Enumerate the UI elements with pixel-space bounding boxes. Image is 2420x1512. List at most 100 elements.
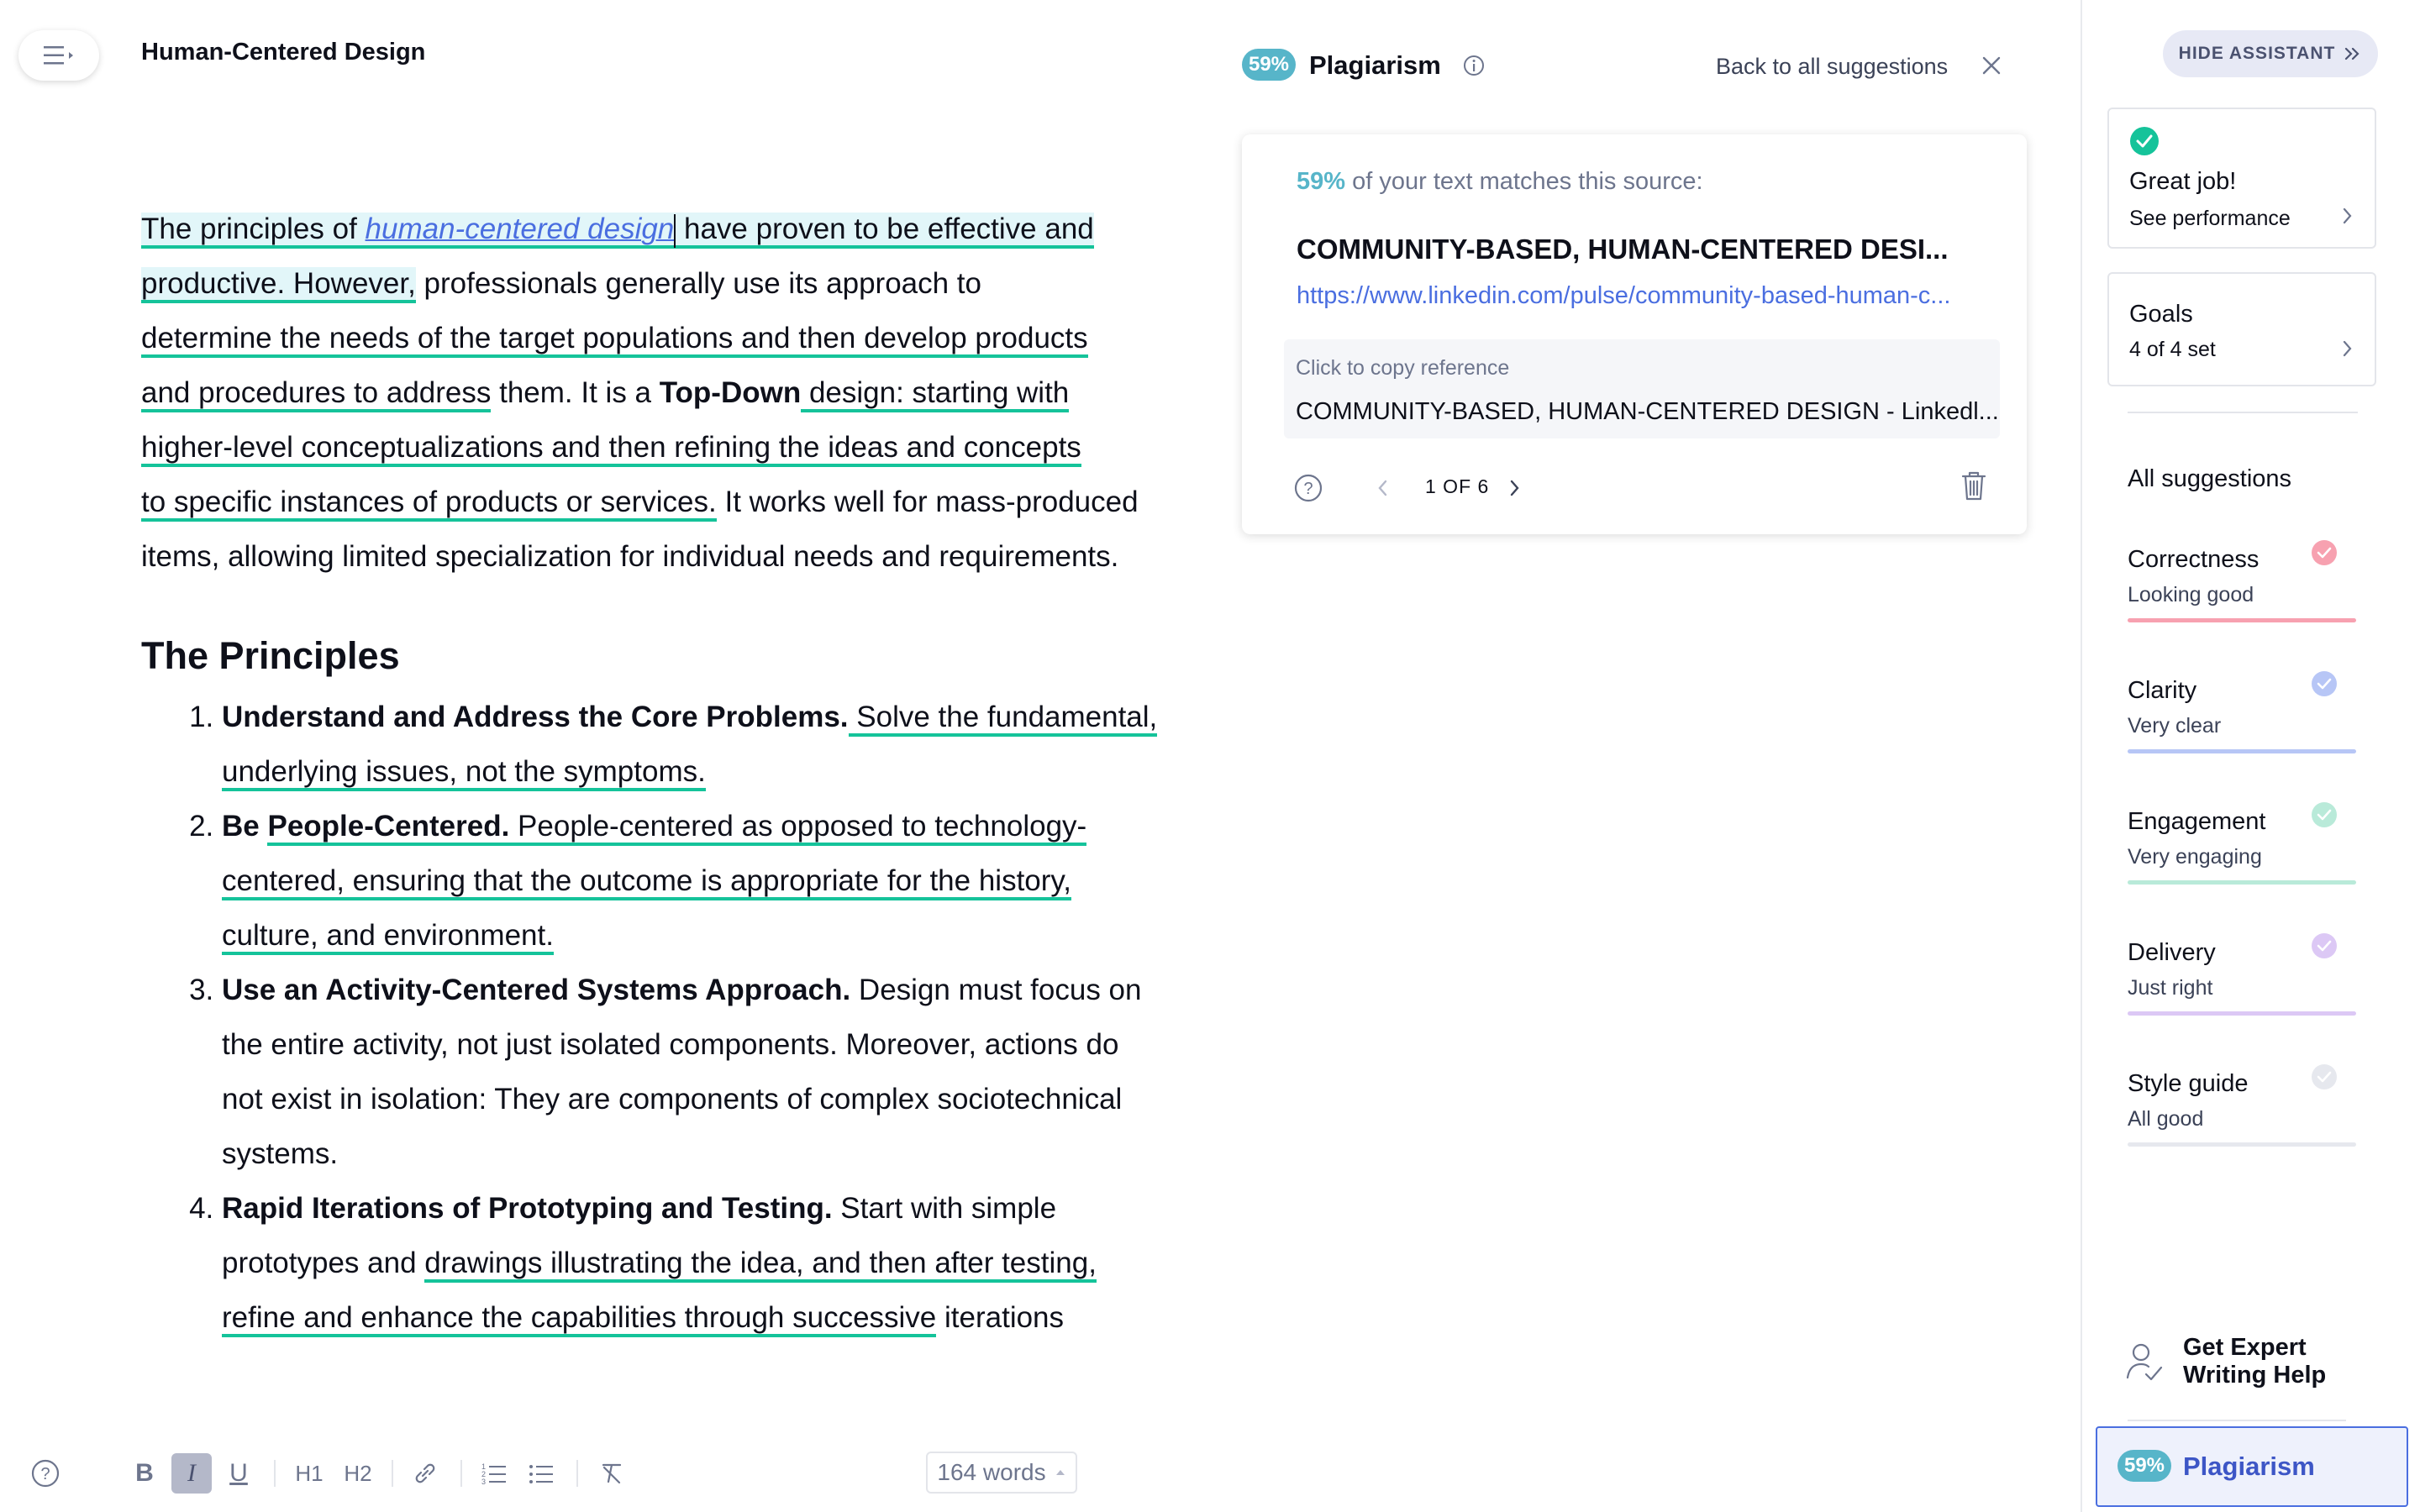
plagiarism-tab-percent: 59% (2118, 1450, 2171, 1482)
underlined-suggestion[interactable]: design: starting with (801, 376, 1070, 412)
toolbar-divider (460, 1460, 462, 1487)
bold-text: Be (222, 810, 268, 843)
bold-text: Rapid Iterations of Prototyping and Test… (222, 1192, 833, 1225)
chevron-right-icon (2341, 205, 2354, 227)
italic-button[interactable]: I (171, 1453, 212, 1494)
source-title: COMMUNITY-BASED, HUMAN-CENTERED DESI... (1297, 234, 1949, 265)
text-run: them. It is a (491, 376, 660, 409)
sidebar-divider (2128, 412, 2358, 413)
check-circle-icon (2311, 670, 2338, 697)
menu-button[interactable] (18, 30, 99, 81)
category-correctness-name[interactable]: Correctness (2128, 546, 2259, 574)
section-heading: The Principles (141, 634, 400, 677)
underline-button[interactable]: U (218, 1453, 259, 1494)
principles-list: Understand and Address the Core Problems… (141, 690, 1158, 1345)
svg-text:?: ? (40, 1465, 50, 1483)
category-style-guide-status: All good (2128, 1107, 2204, 1131)
match-percent: 59% (1297, 168, 1346, 195)
goals-title: Goals (2129, 301, 2193, 328)
match-summary: 59% of your text matches this source: (1297, 168, 1703, 196)
category-style-guide-bar (2128, 1142, 2356, 1147)
text-run: have proven to be effective and (676, 213, 1094, 245)
list-item: Understand and Address the Core Problems… (222, 690, 1158, 799)
text-run: iterations (936, 1301, 1065, 1334)
category-delivery-name[interactable]: Delivery (2128, 939, 2216, 967)
toolbar-divider (576, 1460, 578, 1487)
numbered-list-button[interactable]: 123 (474, 1453, 514, 1494)
great-job-card[interactable]: Great job! See performance (2107, 108, 2376, 249)
intro-paragraph: The principles of human-centered design … (141, 202, 1158, 584)
list-item: Rapid Iterations of Prototyping and Test… (222, 1181, 1158, 1345)
source-url-link[interactable]: https://www.linkedin.com/pulse/community… (1297, 282, 1950, 310)
category-style-guide-name[interactable]: Style guide (2128, 1070, 2249, 1098)
clear-formatting-icon (602, 1463, 622, 1484)
document-title[interactable]: Human-Centered Design (141, 39, 425, 66)
get-expert-help-link[interactable]: Get Expert Writing Help (2183, 1334, 2326, 1389)
underlined-suggestion[interactable]: determine the needs of the target popula… (141, 322, 1088, 358)
category-delivery-bar (2128, 1011, 2356, 1016)
source-pager: 1 OF 6 (1425, 475, 1490, 497)
check-circle-icon (2311, 932, 2338, 959)
category-clarity-bar (2128, 749, 2356, 753)
goals-status: 4 of 4 set (2129, 338, 2216, 361)
underlined-suggestion[interactable]: to specific instances of products or ser… (141, 486, 717, 522)
caret-up-icon (1055, 1468, 1066, 1477)
goals-card[interactable]: Goals 4 of 4 set (2107, 272, 2376, 386)
help-icon[interactable]: ? (1294, 474, 1323, 502)
help-icon[interactable]: ? (25, 1453, 66, 1494)
bold-button[interactable]: B (124, 1453, 165, 1494)
heading1-button[interactable]: H1 (289, 1453, 329, 1494)
heading2-button[interactable]: H2 (338, 1453, 378, 1494)
check-circle-icon (2311, 1063, 2338, 1090)
category-engagement-status: Very engaging (2128, 845, 2262, 869)
link-button[interactable] (405, 1453, 445, 1494)
text-run: professionals generally use its approach… (415, 267, 981, 300)
bold-text: Use an Activity-Centered Systems Approac… (222, 974, 851, 1006)
chevron-right-icon[interactable] (1506, 475, 1523, 501)
toolbar-divider (274, 1460, 276, 1487)
back-to-suggestions-link[interactable]: Back to all suggestions (1716, 54, 1948, 80)
category-clarity-name[interactable]: Clarity (2128, 677, 2196, 705)
toolbar-divider (392, 1460, 393, 1487)
plagiarism-tab-label: Plagiarism (2183, 1452, 2315, 1481)
category-engagement-name[interactable]: Engagement (2128, 808, 2265, 836)
chevron-left-icon[interactable] (1375, 475, 1392, 501)
underlined-suggestion[interactable]: and procedures to address (141, 376, 492, 412)
underlined-suggestion[interactable]: higher-level conceptualizations and then… (141, 431, 1081, 467)
category-delivery-status: Just right (2128, 976, 2213, 1000)
check-circle-icon (2129, 126, 2160, 156)
bulleted-list-icon (529, 1465, 553, 1483)
text-run: The principles of (141, 213, 366, 245)
word-count-button[interactable]: 164 words (926, 1452, 1077, 1494)
hide-assistant-button[interactable]: HIDE ASSISTANT (2163, 30, 2378, 77)
link-icon (415, 1463, 435, 1483)
all-suggestions-heading[interactable]: All suggestions (2128, 465, 2291, 493)
expert-person-icon (2123, 1339, 2166, 1386)
list-item: Be People-Centered. People-centered as o… (222, 799, 1158, 963)
editor-content[interactable]: The principles of human-centered design … (141, 202, 1158, 1445)
bold-text: Understand and Address the Core Problems… (222, 701, 849, 733)
bulleted-list-button[interactable] (521, 1453, 561, 1494)
category-correctness-bar (2128, 618, 2356, 622)
copy-reference-label: Click to copy reference (1296, 356, 1510, 380)
expert-help-line1: Get Expert (2183, 1334, 2307, 1361)
trash-icon[interactable] (1958, 469, 1990, 502)
info-icon[interactable] (1462, 54, 1486, 77)
hide-assistant-label: HIDE ASSISTANT (2178, 44, 2336, 63)
chevron-right-icon (2341, 338, 2354, 360)
selected-phrase[interactable]: human-centered design (366, 213, 675, 245)
great-job-title: Great job! (2129, 168, 2237, 195)
word-count-label: 164 words (937, 1459, 1046, 1485)
match-text: of your text matches this source: (1345, 168, 1703, 195)
underlined-suggestion[interactable]: People-Centered. (267, 810, 510, 846)
close-icon[interactable] (1980, 54, 2003, 77)
numbered-list-icon: 123 (481, 1462, 506, 1486)
list-item: Use an Activity-Centered Systems Approac… (222, 963, 1158, 1181)
svg-text:?: ? (1303, 480, 1313, 498)
highlighted-text[interactable]: productive. However, (141, 267, 416, 303)
copy-reference-text: COMMUNITY-BASED, HUMAN-CENTERED DESIGN -… (1296, 398, 1999, 425)
category-clarity-status: Very clear (2128, 714, 2222, 738)
svg-text:3: 3 (481, 1478, 486, 1486)
clear-formatting-button[interactable] (592, 1453, 632, 1494)
text-segment: The principles of human-centered design … (141, 213, 1094, 249)
